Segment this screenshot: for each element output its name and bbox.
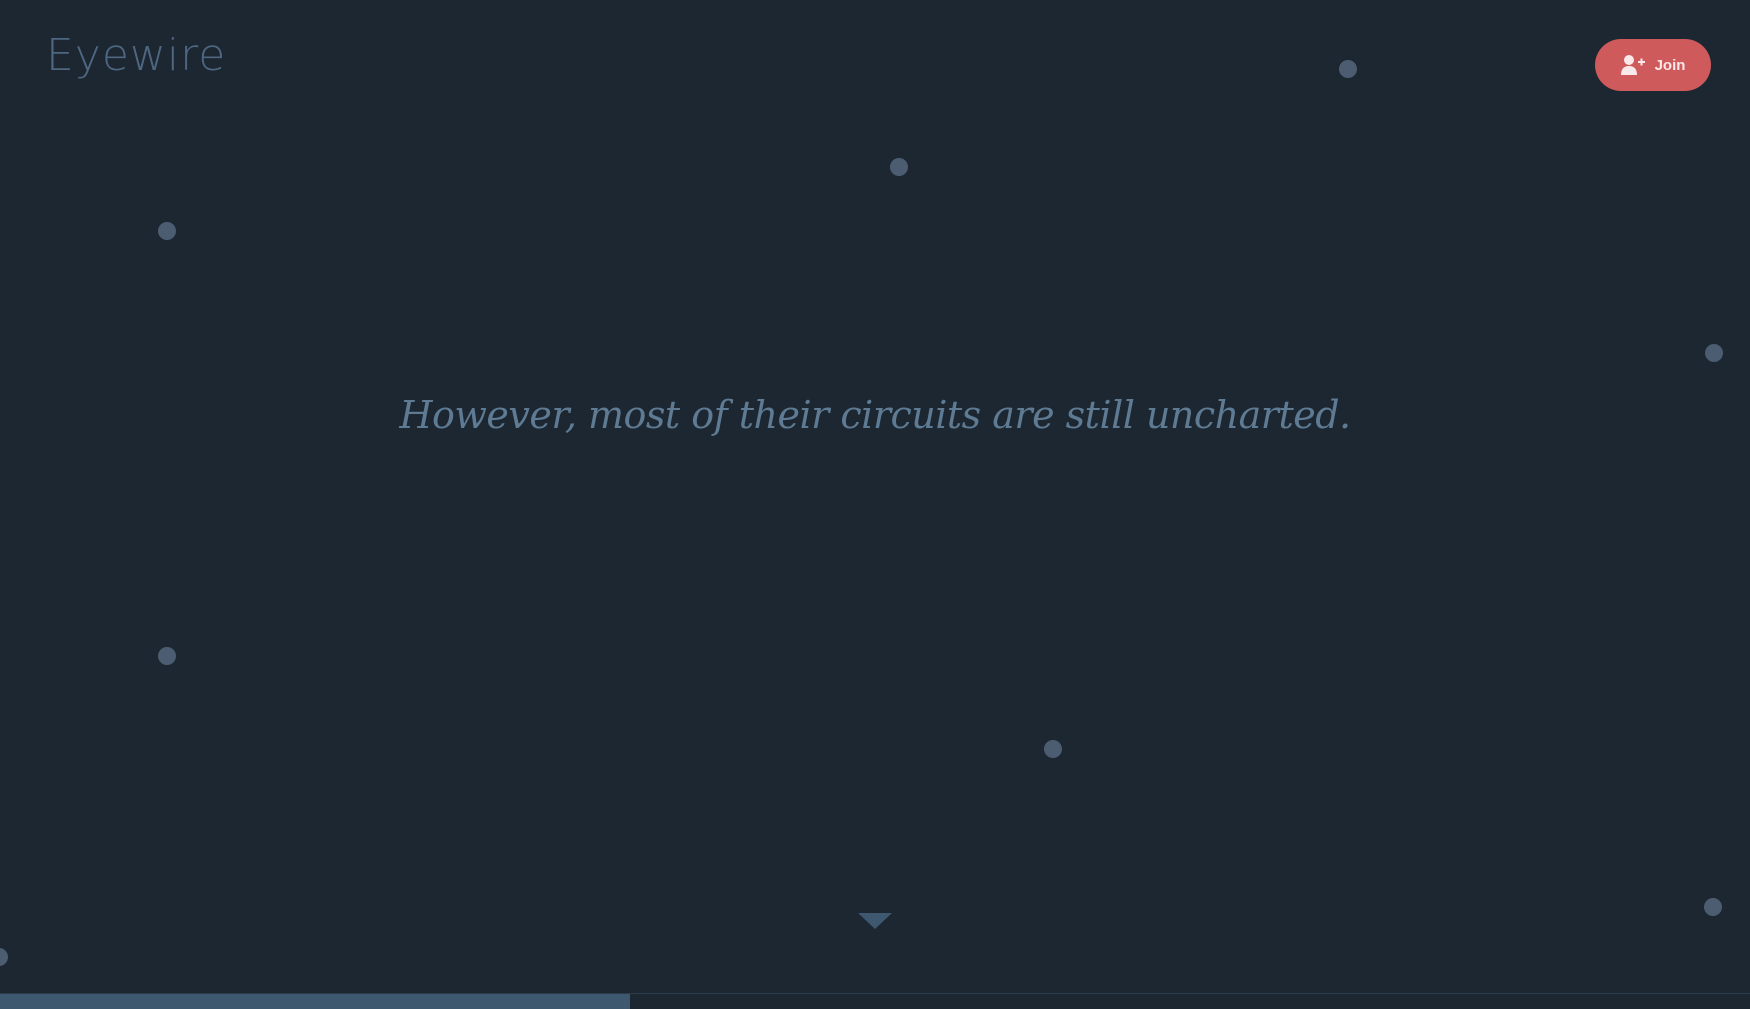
join-button[interactable]: Join xyxy=(1595,39,1711,91)
background-dot xyxy=(1704,898,1722,916)
scroll-progress-fill xyxy=(0,994,630,1009)
background-dot xyxy=(1339,60,1357,78)
background-dot xyxy=(890,158,908,176)
background-dot xyxy=(0,948,8,966)
chevron-down-icon[interactable] xyxy=(858,913,892,929)
background-dot xyxy=(1044,740,1062,758)
scroll-progress-bar xyxy=(0,993,1750,1009)
eyewire-logo[interactable]: Eyewire xyxy=(46,34,226,78)
hero-tagline: However, most of their circuits are stil… xyxy=(399,393,1351,437)
join-button-label: Join xyxy=(1654,56,1686,74)
background-dot xyxy=(1705,344,1723,362)
user-plus-icon xyxy=(1620,54,1645,76)
background-dot xyxy=(158,222,176,240)
page: Eyewire Join However, most of their circ… xyxy=(0,0,1750,1009)
background-dot xyxy=(158,647,176,665)
